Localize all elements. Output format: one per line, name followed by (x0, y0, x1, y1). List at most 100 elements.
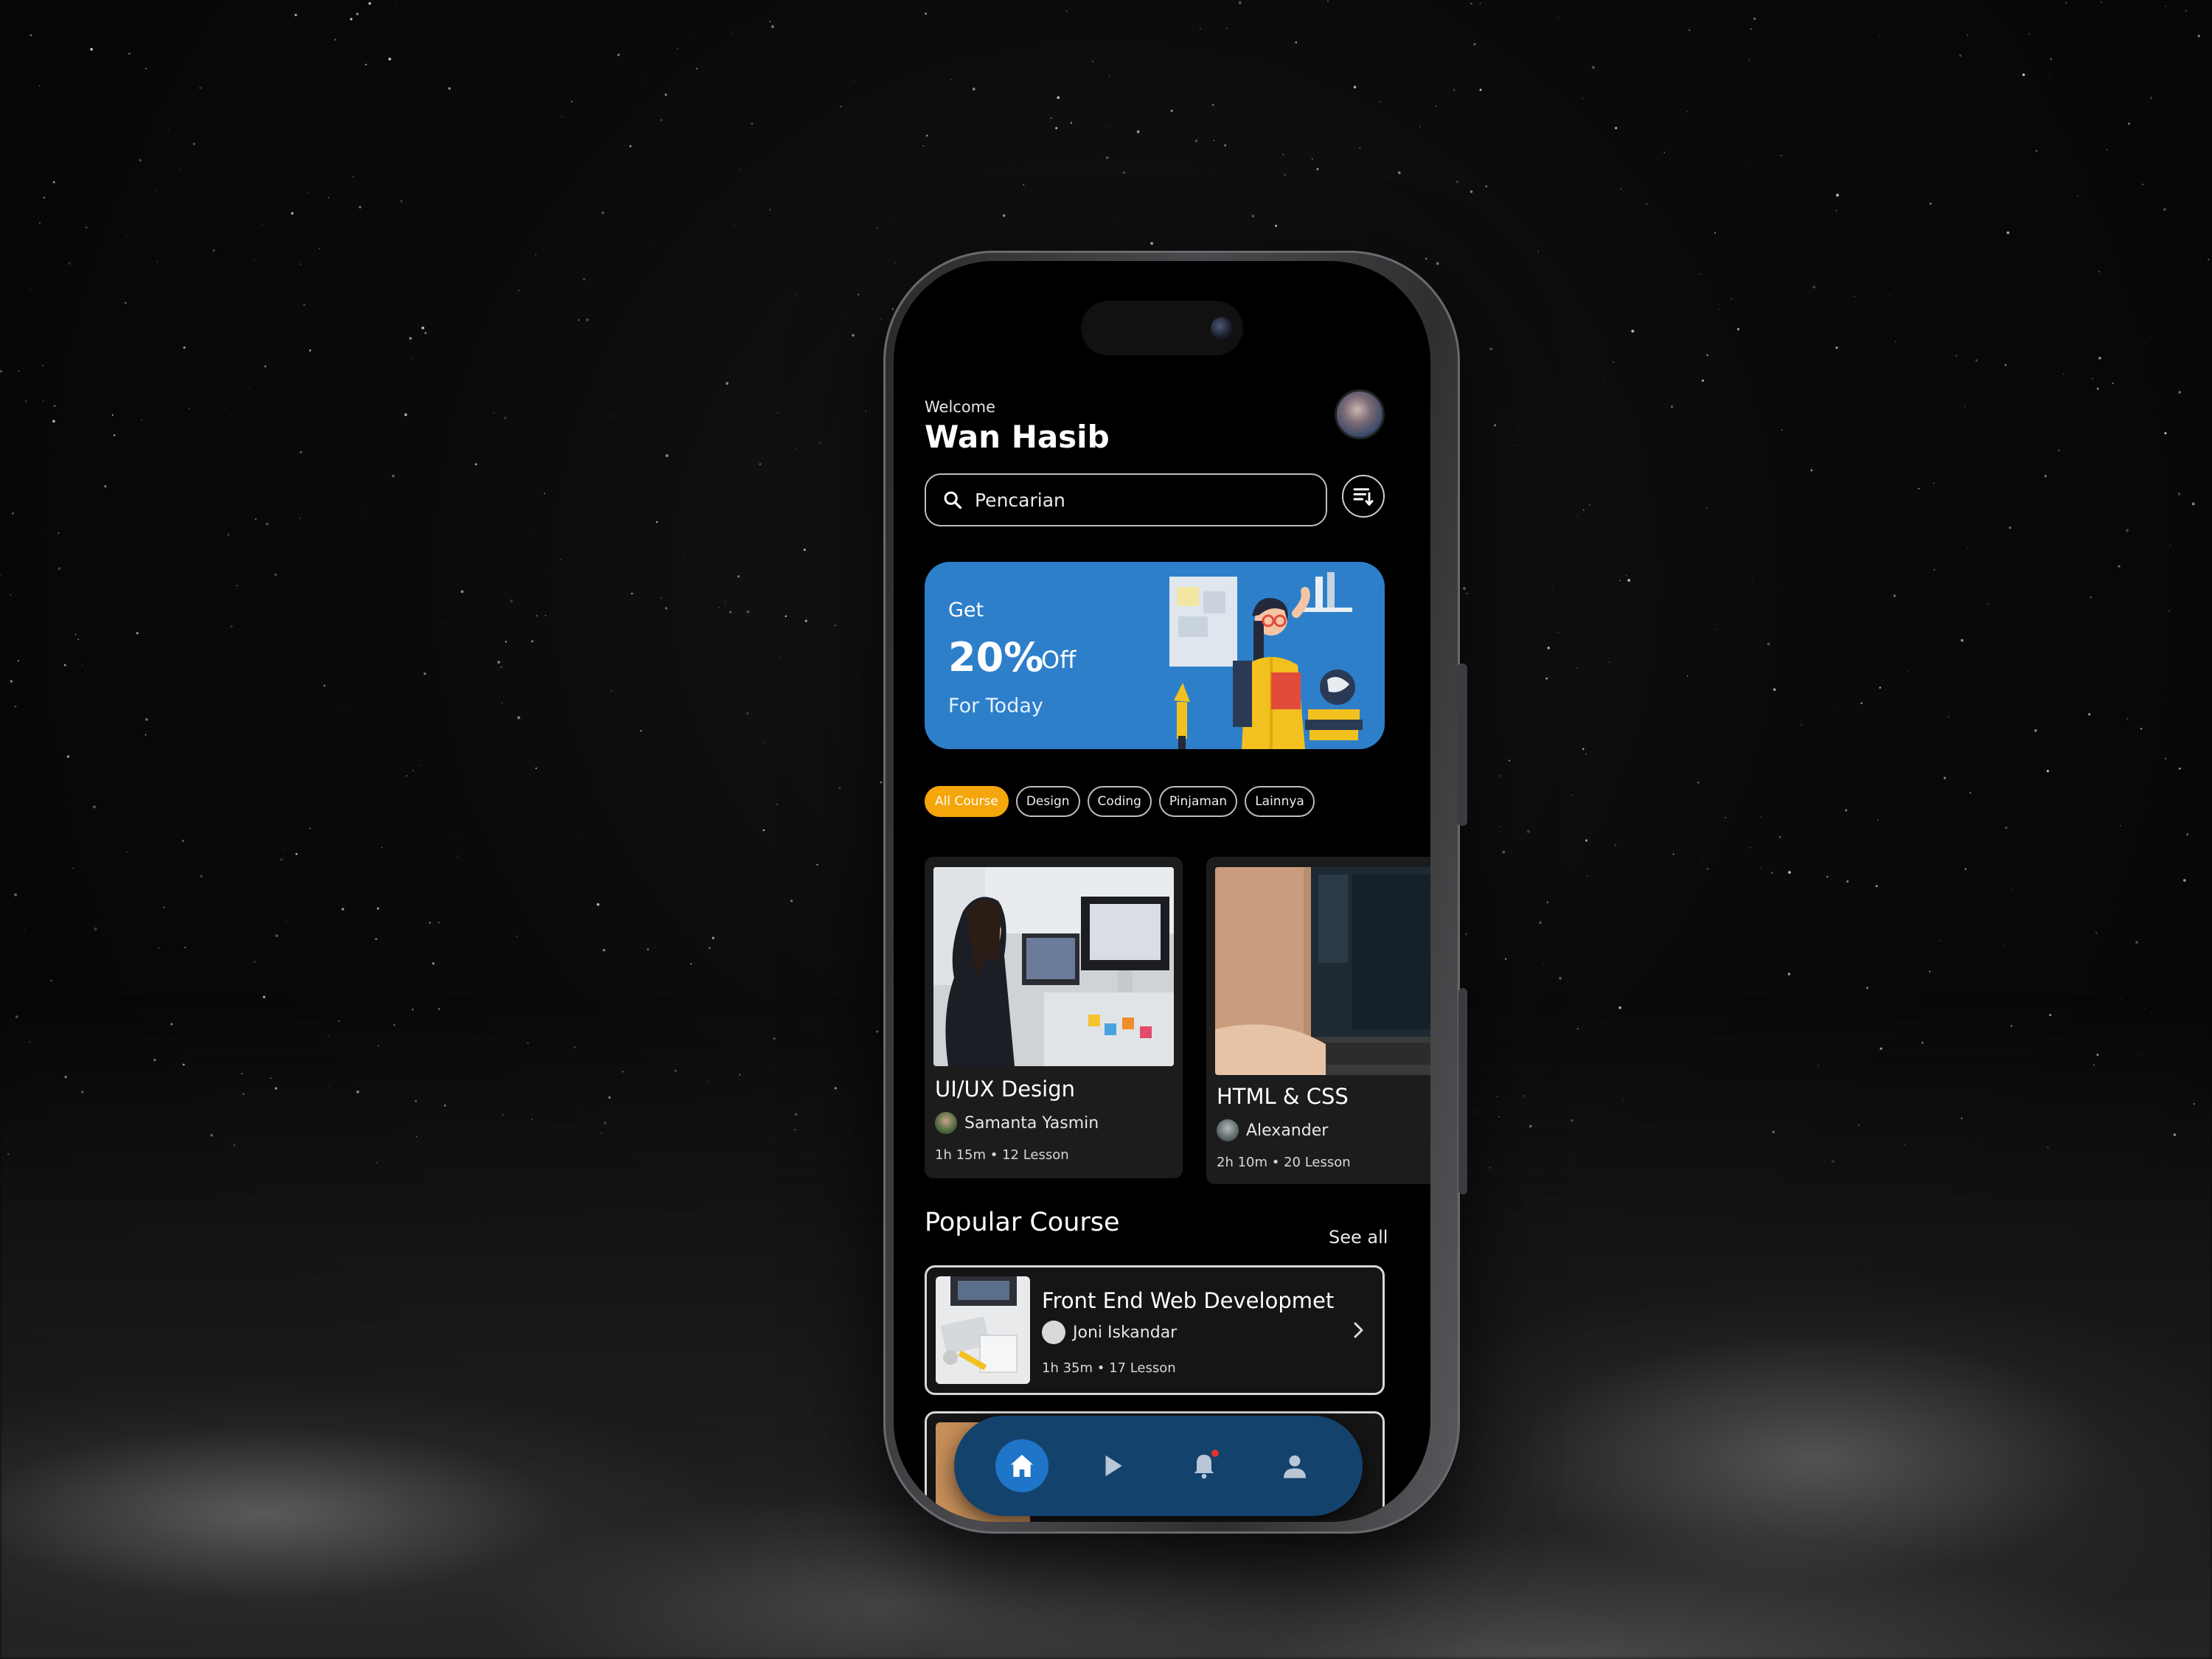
star (1370, 116, 1371, 118)
star (395, 2, 397, 4)
search-input[interactable]: Pencarian (925, 473, 1327, 526)
star (1865, 987, 1869, 990)
star (455, 835, 456, 837)
star (803, 549, 806, 552)
star (640, 729, 642, 732)
user-icon (1284, 1455, 1307, 1478)
star (200, 874, 203, 877)
star (493, 412, 495, 414)
dynamic-island (1081, 301, 1243, 355)
course-card[interactable]: UI/UX Design Samanta Yasmin 1h 15m • 12 … (925, 857, 1183, 1178)
star (1436, 262, 1439, 265)
star (136, 632, 139, 635)
nav-home[interactable] (995, 1439, 1048, 1492)
star (1879, 686, 1882, 689)
star (796, 295, 798, 296)
chip-pinjaman[interactable]: Pinjaman (1158, 786, 1238, 817)
star (2005, 826, 2008, 830)
star (1576, 667, 1577, 669)
star (1663, 152, 1665, 153)
chip-design[interactable]: Design (1015, 786, 1080, 817)
sort-button[interactable] (1342, 475, 1385, 518)
star (199, 86, 202, 90)
star (1787, 973, 1791, 975)
star (1943, 776, 1947, 779)
star (2028, 33, 2030, 35)
promo-banner[interactable]: Get 20% Off For Today (925, 562, 1385, 749)
star (1435, 105, 1437, 107)
star (1316, 167, 1319, 170)
author-avatar (1217, 1119, 1239, 1141)
star (2149, 96, 2153, 100)
star (894, 262, 897, 265)
star (1557, 632, 1559, 633)
star (581, 838, 582, 839)
star (423, 672, 426, 675)
star (718, 556, 720, 557)
star (1419, 126, 1421, 128)
star (925, 134, 928, 137)
course-thumbnail (933, 867, 1174, 1066)
star (411, 358, 413, 359)
star (858, 293, 860, 296)
popular-course-item[interactable]: Front End Web Developmet Joni Iskandar 1… (925, 1265, 1385, 1395)
star (2058, 449, 2060, 452)
star (1463, 587, 1466, 590)
star (1612, 361, 1614, 363)
star (2050, 58, 2052, 60)
star (1706, 867, 1709, 870)
star (1702, 858, 1703, 860)
chip-coding[interactable]: Coding (1087, 786, 1152, 817)
star (560, 559, 562, 560)
star (1295, 41, 1298, 44)
author-avatar (1042, 1321, 1065, 1344)
star (751, 122, 754, 125)
star (63, 664, 66, 667)
star (1003, 214, 1006, 218)
phone-frame: Welcome Wan Hasib Pencarian Get 20% Off … (883, 251, 1467, 1534)
see-all-link[interactable]: See all (1329, 1227, 1388, 1248)
star (456, 855, 459, 858)
star (597, 902, 599, 906)
star (535, 614, 538, 617)
star (602, 948, 605, 952)
star (1526, 830, 1530, 833)
star (2101, 891, 2103, 893)
nav-profile[interactable] (1268, 1439, 1321, 1492)
star (585, 318, 589, 321)
star (2140, 728, 2143, 730)
star (571, 100, 573, 102)
star (1614, 844, 1617, 846)
star (323, 684, 326, 687)
star (1065, 10, 1068, 12)
star (432, 962, 435, 965)
nav-notifications[interactable] (1178, 1439, 1231, 1492)
star (1465, 933, 1468, 936)
chip-all-course[interactable]: All Course (925, 786, 1009, 817)
course-card[interactable]: HTML & CSS Alexander 2h 10m • 20 Lesson (1206, 857, 1430, 1184)
star (1918, 487, 1920, 490)
star (341, 908, 344, 911)
star (475, 463, 477, 466)
star (388, 58, 392, 60)
nav-play[interactable] (1086, 1439, 1139, 1492)
avatar[interactable] (1335, 389, 1385, 439)
star (853, 80, 855, 82)
star (1211, 103, 1214, 106)
star (184, 947, 187, 949)
star (2122, 606, 2123, 608)
star (156, 261, 159, 262)
author-name: Samanta Yasmin (964, 1113, 1099, 1133)
chip-lainnya[interactable]: Lainnya (1245, 786, 1315, 817)
star (518, 290, 520, 292)
star (2141, 183, 2144, 186)
course-title: UI/UX Design (935, 1077, 1075, 1102)
star (1821, 917, 1823, 918)
star (381, 846, 383, 848)
section-title-popular: Popular Course (925, 1208, 1120, 1237)
star (879, 319, 882, 321)
star (412, 770, 414, 771)
star (1645, 202, 1648, 205)
star (2118, 565, 2121, 568)
star (1582, 748, 1585, 751)
